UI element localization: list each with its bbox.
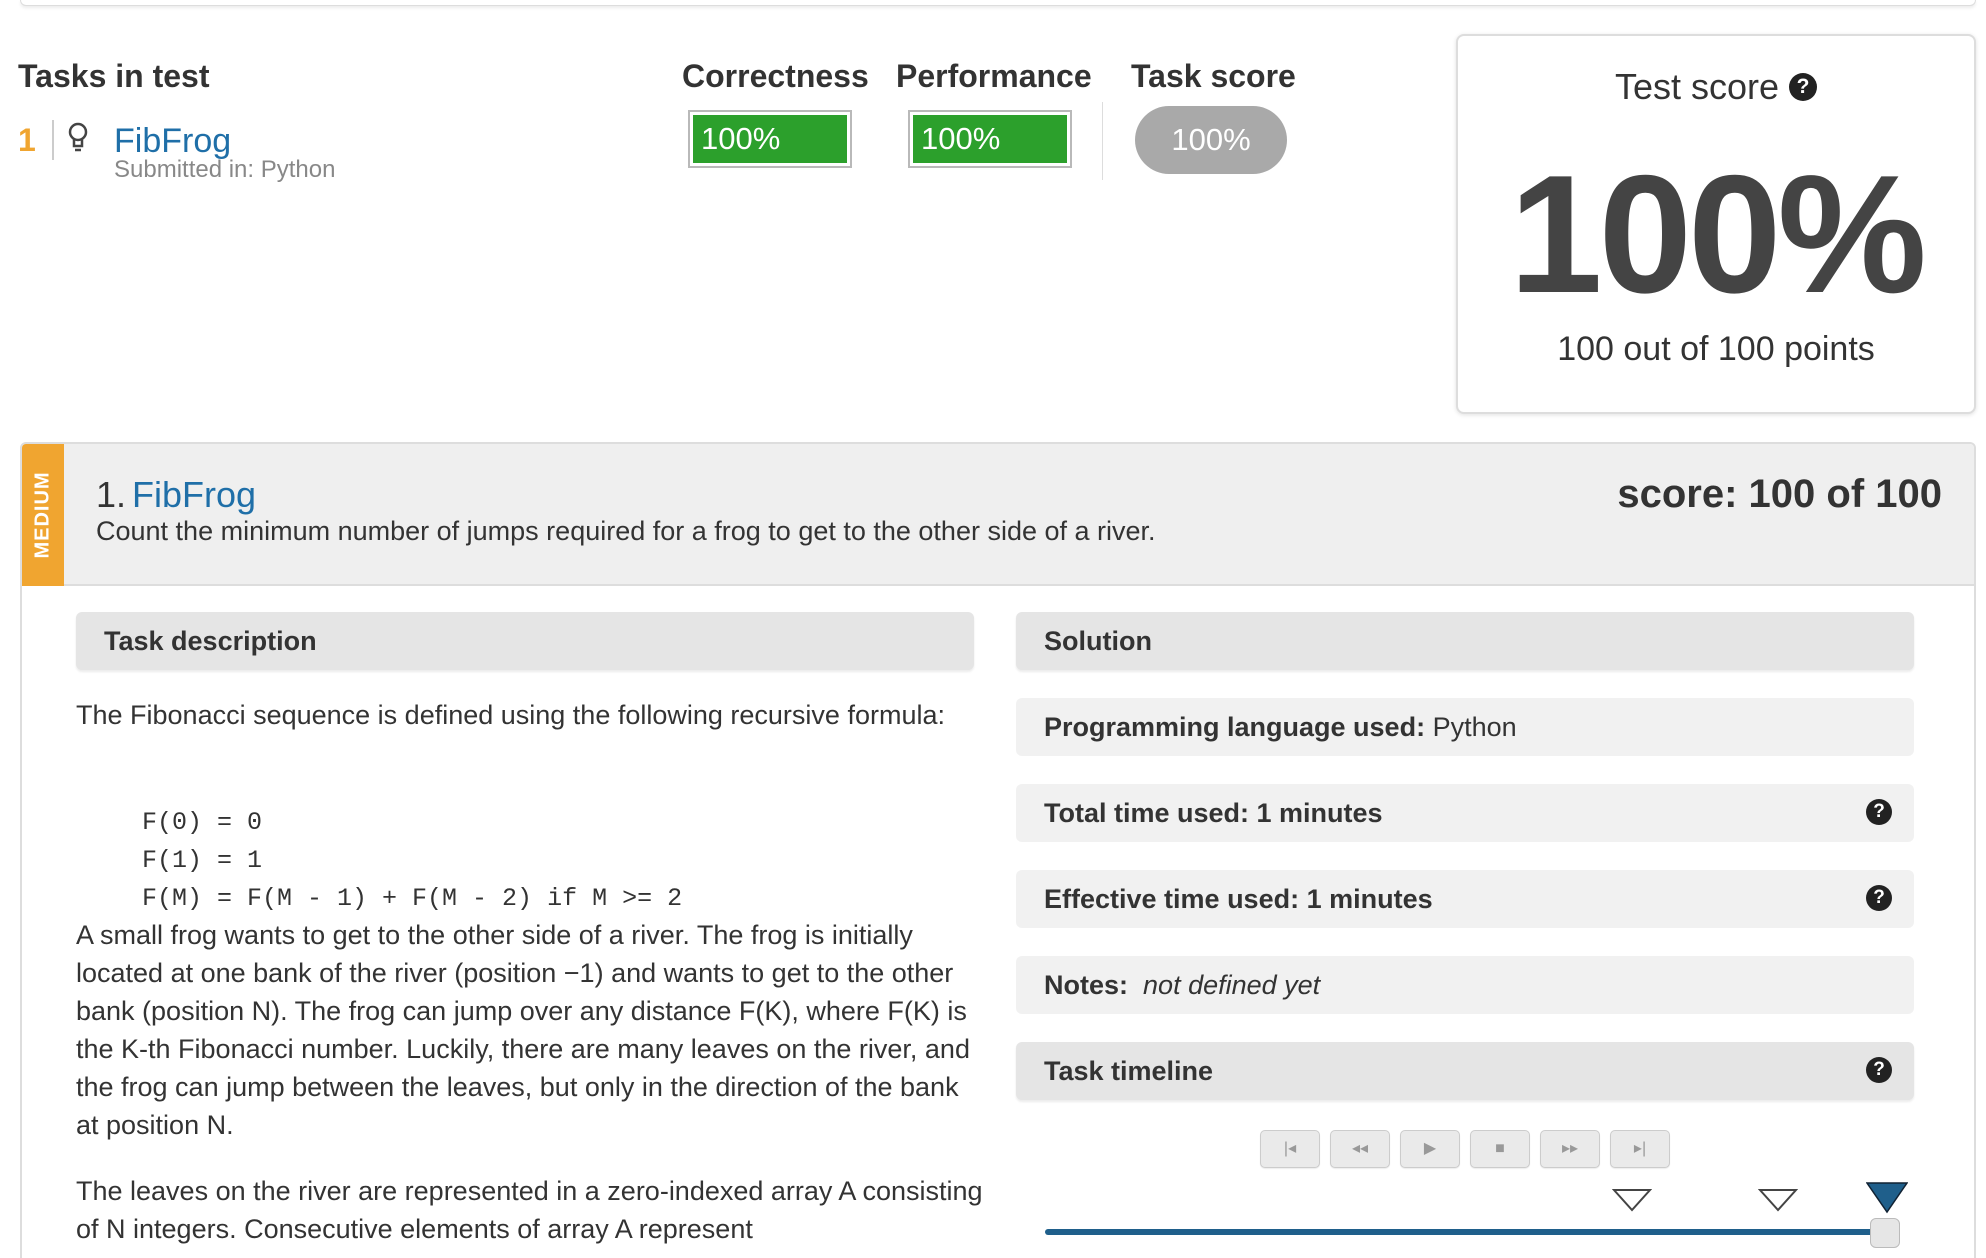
rewind-button[interactable]: ◂◂ [1330,1130,1390,1168]
correctness-badge: 100% [688,110,852,168]
language-row: Programming language used: Python [1016,698,1914,756]
divider [1102,102,1103,180]
solution-header[interactable]: Solution [1016,612,1914,670]
timeline-marker-icon[interactable] [1612,1188,1652,1214]
task-timeline-header[interactable]: Task timeline? [1016,1042,1914,1100]
timeline-current-marker-icon[interactable] [1866,1182,1908,1214]
language-value: Python [1432,712,1517,742]
top-frame-edge [20,0,1976,6]
play-button[interactable]: ▶ [1400,1130,1460,1168]
total-time-row: Total time used: 1 minutes? [1016,784,1914,842]
test-score-card: Test score? 100% 100 out of 100 points [1456,34,1976,414]
formula-line: F(M) = F(M - 1) + F(M - 2) if M >= 2 [142,884,683,913]
divider [52,120,54,160]
fibonacci-formula: F(0) = 0 F(1) = 1 F(M) = F(M - 1) + F(M - … [142,804,682,918]
help-icon[interactable]: ? [1789,73,1818,101]
test-score-label: Test score [1614,66,1780,107]
formula-line: F(1) = 1 [142,846,263,875]
help-icon[interactable]: ? [1866,799,1892,825]
task-score-badge: 100% [1135,106,1287,174]
submitted-language: Submitted in: Python [114,156,336,183]
task-timeline-label: Task timeline [1044,1056,1214,1086]
notes-label: Notes: [1044,970,1129,1000]
description-paragraph: A small frog wants to get to the other s… [76,920,970,1140]
task-description-header[interactable]: Task description [76,612,974,670]
lightbulb-icon [68,122,88,152]
total-time-label: Total time used: 1 minutes [1044,798,1383,828]
difficulty-label: MEDIUM [31,471,54,559]
language-label: Programming language used: [1044,712,1426,742]
stop-button[interactable]: ■ [1470,1130,1530,1168]
description-intro: The Fibonacci sequence is defined using … [76,700,945,730]
skip-to-start-button[interactable]: |◂ [1260,1130,1320,1168]
difficulty-tag: MEDIUM [22,444,64,586]
task-panel-number: 1. [96,474,127,515]
timeline-marker-icon[interactable] [1758,1188,1798,1214]
formula-line: F(0) = 0 [142,808,263,837]
task-panel-header: MEDIUM 1. FibFrog Count the minimum numb… [22,444,1974,586]
skip-to-end-button[interactable]: ▸| [1610,1130,1670,1168]
description-paragraph: The leaves on the river are represented … [76,1176,983,1244]
notes-row: Notes: not defined yet [1016,956,1914,1014]
help-icon[interactable]: ? [1866,885,1892,911]
tasks-in-test-header: Tasks in test [18,58,210,94]
performance-header: Performance [896,58,1092,94]
help-icon[interactable]: ? [1866,1057,1892,1083]
test-score-value: 100% [1509,140,1927,328]
fast-forward-button[interactable]: ▸▸ [1540,1130,1600,1168]
performance-badge: 100% [908,110,1072,168]
task-panel-summary: Count the minimum number of jumps requir… [96,516,1156,546]
effective-time-row: Effective time used: 1 minutes? [1016,870,1914,928]
task-panel-score: score: 100 of 100 [1617,472,1942,516]
timeline-track[interactable] [1045,1229,1895,1235]
task-panel-title-link[interactable]: FibFrog [132,474,256,516]
notes-value: not defined yet [1143,970,1321,1000]
task-score-header: Task score [1131,58,1296,94]
test-score-title: Test score? [1458,66,1974,108]
effective-time-label: Effective time used: 1 minutes [1044,884,1433,914]
correctness-header: Correctness [682,58,869,94]
task-number: 1 [18,122,36,158]
timeline-handle[interactable] [1870,1218,1900,1248]
test-score-points: 100 out of 100 points [1557,330,1875,368]
